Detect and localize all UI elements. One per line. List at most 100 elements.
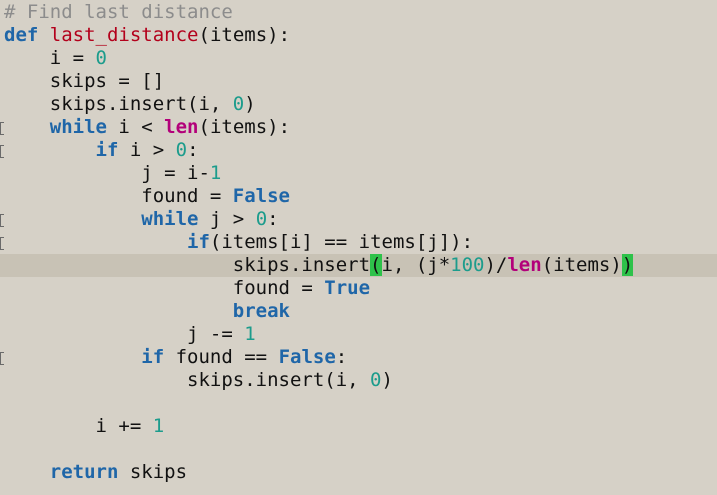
code-token: i, (j* (381, 254, 451, 276)
code-line[interactable] (0, 438, 717, 461)
code-token: skips (118, 461, 188, 483)
code-token: 0 (370, 369, 382, 391)
code-token: i < (106, 116, 165, 138)
code-token: skips.insert(i, (4, 369, 371, 391)
code-token: ) (244, 93, 256, 115)
code-token: (items): (198, 24, 291, 46)
code-line[interactable]: skips.insert(i, 0) (0, 369, 717, 392)
code-line[interactable]: skips = [] (0, 70, 717, 93)
code-token: : (267, 208, 279, 230)
code-text: skips.insert(i, (j*100)/len(items)) (4, 254, 634, 277)
code-token: 0 (95, 47, 107, 69)
code-token: found = (4, 185, 233, 207)
code-token: 0 (255, 208, 268, 230)
code-token: skips = [] (4, 70, 165, 92)
code-line[interactable] (0, 392, 717, 415)
code-token: skips.insert(i, (4, 93, 233, 115)
code-token: : (187, 139, 199, 161)
code-token: len (164, 116, 199, 138)
code-token: False (278, 346, 336, 368)
code-text: while i < len(items): (4, 116, 290, 139)
code-line[interactable]: if(items[i] == items[j]): (0, 231, 717, 254)
code-token: while (49, 116, 107, 138)
code-text: def last_distance(items): (4, 24, 290, 47)
code-text: i = 0 (4, 47, 107, 70)
code-text: found = True (4, 277, 370, 300)
code-token: j > (198, 208, 256, 230)
code-text: if(items[i] == items[j]): (4, 231, 473, 254)
code-token: if (141, 346, 165, 368)
code-line[interactable]: if found == False: (0, 346, 717, 369)
code-token: return (49, 461, 119, 483)
code-token: 1 (152, 415, 165, 437)
code-text: j = i-1 (4, 162, 221, 185)
code-token: (items) (541, 254, 622, 276)
code-token: found = (4, 277, 325, 299)
code-text: while j > 0: (4, 208, 279, 231)
code-token: (items[i] == items[j]): (209, 231, 474, 253)
code-token: i > (118, 139, 176, 161)
code-line[interactable]: while i < len(items): (0, 116, 717, 139)
code-token: False (232, 185, 290, 207)
code-token: len (507, 254, 542, 276)
code-token: j = i- (4, 162, 210, 184)
code-text: j -= 1 (4, 323, 256, 346)
code-token: 0 (175, 139, 188, 161)
code-line[interactable]: skips.insert(i, 0) (0, 93, 717, 116)
code-text: skips.insert(i, 0) (4, 369, 393, 392)
code-line[interactable]: i += 1 (0, 415, 717, 438)
code-line[interactable]: while j > 0: (0, 208, 717, 231)
code-token: found == (164, 346, 279, 368)
code-token: # Find last distance (4, 1, 233, 23)
code-token: ) (381, 369, 393, 391)
code-token: skips.insert (4, 254, 371, 276)
code-token: def (4, 24, 39, 46)
code-text: found = False (4, 185, 290, 208)
code-token: i += (4, 415, 153, 437)
code-token: j -= (4, 323, 245, 345)
code-token: if (187, 231, 210, 253)
code-token: 1 (244, 323, 256, 345)
code-line[interactable]: found = False (0, 185, 717, 208)
matched-bracket: ) (621, 254, 634, 276)
code-token: (items): (198, 116, 291, 138)
code-token: i = (4, 47, 96, 69)
code-text: skips.insert(i, 0) (4, 93, 256, 116)
code-token: )/ (484, 254, 508, 276)
code-token: 1 (209, 162, 222, 184)
code-text: # Find last distance (4, 1, 233, 24)
code-text: i += 1 (4, 415, 165, 438)
code-line[interactable]: i = 0 (0, 47, 717, 70)
code-line[interactable]: j = i-1 (0, 162, 717, 185)
code-line[interactable]: j -= 1 (0, 323, 717, 346)
code-line[interactable]: if i > 0: (0, 139, 717, 162)
code-token: last_distance (49, 24, 199, 46)
code-token: while (141, 208, 199, 230)
code-text: return skips (4, 461, 187, 484)
code-line[interactable]: found = True (0, 277, 717, 300)
code-text: break (4, 300, 290, 323)
code-token: break (232, 300, 290, 322)
code-line[interactable]: # Find last distance (0, 1, 717, 24)
code-text: skips = [] (4, 70, 164, 93)
code-line[interactable]: break (0, 300, 717, 323)
code-token: if (95, 139, 119, 161)
code-line[interactable]: return skips (0, 461, 717, 484)
matched-bracket: ( (370, 254, 382, 276)
code-text: if i > 0: (4, 139, 199, 162)
code-editor[interactable]: # Find last distance def last_distance(it… (0, 0, 717, 495)
code-text: if found == False: (4, 346, 347, 369)
code-token: 0 (232, 93, 245, 115)
code-line[interactable]: def last_distance(items): (0, 24, 717, 47)
code-line-current[interactable]: skips.insert(i, (j*100)/len(items)) (0, 254, 717, 277)
code-token: True (324, 277, 371, 299)
code-token: : (335, 346, 348, 368)
